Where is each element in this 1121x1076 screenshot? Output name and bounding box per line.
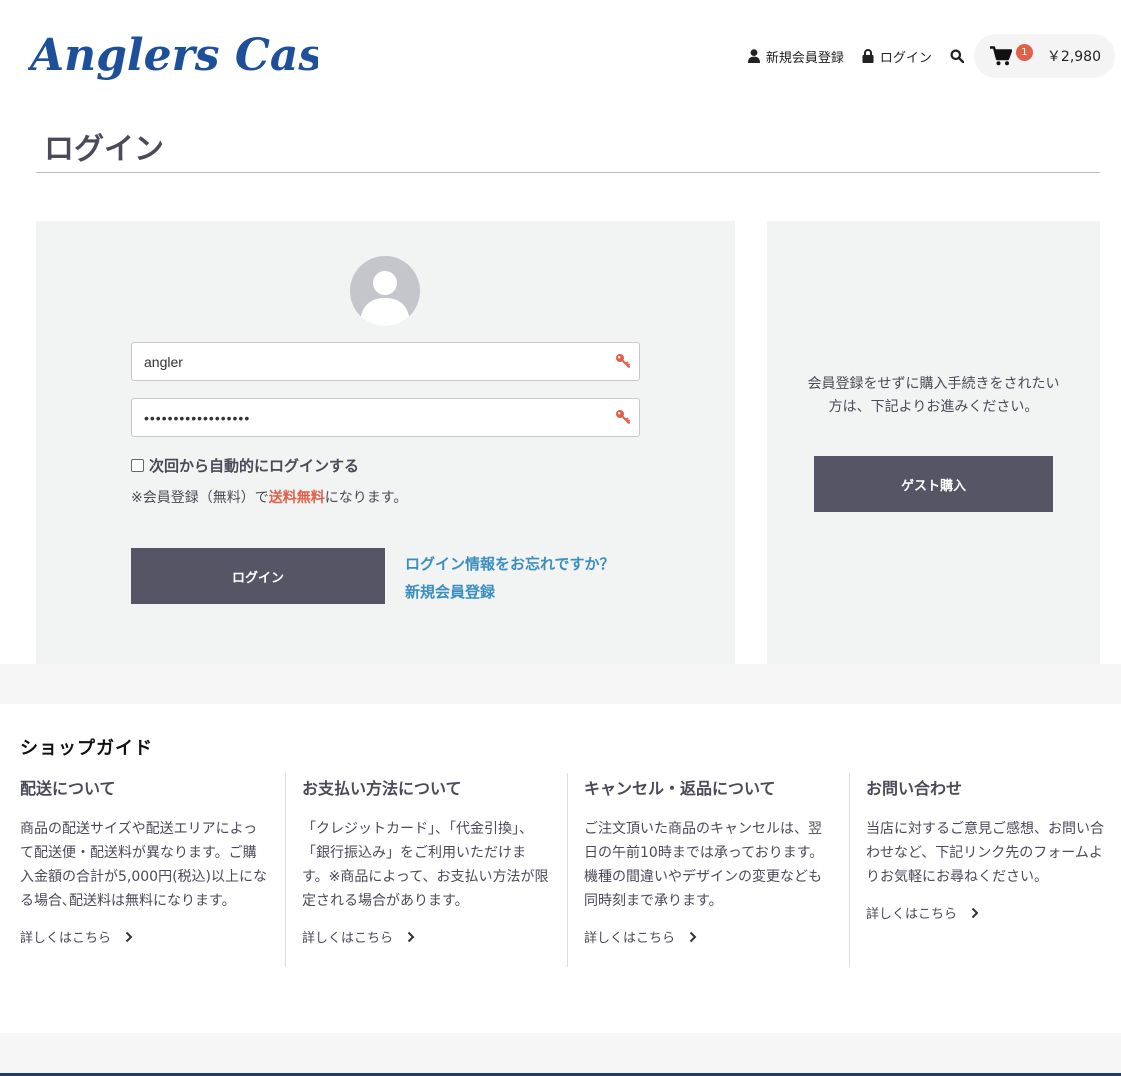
logo-text: Anglers Case	[28, 30, 318, 81]
password-value: ••••••••••••••••••	[144, 409, 251, 426]
page-title: ログイン	[44, 132, 164, 167]
cart-total: ￥2,980	[1046, 49, 1101, 65]
guide-column-contact: お問い合わせ 当店に対するご意見ご感想、お問い合わせなど、下記リンク先のフォーム…	[866, 773, 1111, 967]
guest-description: 会員登録をせずに購入手続きをされたい方は、下記よりお進みください。	[807, 376, 1060, 415]
guide-body: 商品の配送サイズや配送エリアによって配送便・配送料が異なります。ご購入金額の合計…	[20, 821, 268, 909]
lock-icon	[862, 49, 874, 63]
header-nav: 新規会員登録 ログイン 1 ￥2,980	[747, 34, 1115, 78]
cart-count-badge: 1	[1015, 43, 1033, 61]
nav-login-label: ログイン	[879, 50, 932, 66]
section-separator	[0, 664, 1121, 704]
guest-panel: 会員登録をせずに購入手続きをされたい方は、下記よりお進みください。 ゲスト購入	[767, 221, 1100, 664]
key-icon	[616, 410, 631, 425]
guide-heading: お問い合わせ	[866, 779, 963, 798]
username-value: angler	[144, 353, 183, 370]
site-logo[interactable]: Anglers Case	[28, 22, 318, 82]
guest-purchase-button[interactable]: ゲスト購入	[814, 456, 1053, 512]
guide-body: 当店に対するご意見ご感想、お問い合わせなど、下記リンク先のフォームよりお気軽にお…	[866, 821, 1104, 885]
remember-me-checkbox[interactable]	[131, 459, 144, 472]
guide-more-label: 詳しくはこちら	[302, 931, 394, 946]
footer-band	[0, 1033, 1121, 1076]
guide-more-label: 詳しくはこちら	[866, 907, 958, 922]
remember-me-option[interactable]: 次回から自動的にログインする	[131, 455, 359, 476]
note-suffix: になります。	[324, 490, 408, 506]
guide-heading: 配送について	[20, 779, 116, 798]
nav-register-label: 新規会員登録	[765, 50, 844, 66]
guide-column-payment: お支払い方法について 「クレジットカード」、「代金引換」、「銀行振込み」をご利用…	[302, 773, 568, 967]
login-button[interactable]: ログイン	[131, 548, 385, 604]
search-icon	[950, 49, 964, 63]
guide-body: ご注文頂いた商品のキャンセルは、翌日の午前10時までは承っております。機種の間違…	[584, 821, 824, 909]
nav-login-link[interactable]: ログイン	[862, 47, 932, 66]
guide-more-link[interactable]: 詳しくはこちら	[302, 927, 567, 946]
title-divider	[36, 172, 1100, 173]
key-icon	[616, 354, 631, 369]
guide-heading: お支払い方法について	[302, 779, 462, 798]
username-field[interactable]: angler	[131, 342, 640, 381]
free-shipping-note: ※会員登録（無料）で送料無料になります。	[131, 487, 407, 507]
user-icon	[747, 49, 760, 63]
remember-me-label: 次回から自動的にログインする	[149, 457, 360, 475]
avatar	[350, 256, 420, 326]
password-field[interactable]: ••••••••••••••••••	[131, 398, 640, 437]
nav-register-link[interactable]: 新規会員登録	[747, 47, 844, 66]
guide-body: 「クレジットカード」、「代金引換」、「銀行振込み」をご利用いただけます。※商品に…	[302, 821, 549, 909]
shop-guide-title: ショップガイド	[20, 738, 153, 759]
chevron-right-icon	[125, 931, 133, 942]
avatar-placeholder-icon	[360, 271, 410, 326]
site-header: Anglers Case 新規会員登録 ログイン	[0, 0, 1121, 110]
chevron-right-icon	[689, 931, 697, 942]
login-panel: angler •••••••••••••••••• 次回から自動的にログインする…	[36, 221, 735, 664]
guide-more-label: 詳しくはこちら	[584, 931, 676, 946]
forgot-password-link[interactable]: ログイン情報をお忘れですか？	[405, 553, 615, 574]
note-highlight: 送料無料	[268, 490, 325, 506]
guide-more-link[interactable]: 詳しくはこちら	[866, 903, 1111, 922]
chevron-right-icon	[971, 907, 979, 918]
guide-more-link[interactable]: 詳しくはこちら	[20, 927, 285, 946]
guide-column-shipping: 配送について 商品の配送サイズや配送エリアによって配送便・配送料が異なります。ご…	[20, 773, 286, 967]
guide-more-label: 詳しくはこちら	[20, 931, 112, 946]
register-link[interactable]: 新規会員登録	[405, 581, 495, 602]
guide-more-link[interactable]: 詳しくはこちら	[584, 927, 849, 946]
guide-heading: キャンセル・返品について	[584, 779, 776, 798]
guide-column-cancellation: キャンセル・返品について ご注文頂いた商品のキャンセルは、翌日の午前10時までは…	[584, 773, 850, 967]
cart-button[interactable]: 1 ￥2,980	[973, 34, 1115, 78]
note-prefix: ※会員登録（無料）で	[131, 490, 269, 506]
chevron-right-icon	[407, 931, 415, 942]
cart-icon	[989, 46, 1012, 66]
search-button[interactable]	[950, 49, 964, 63]
